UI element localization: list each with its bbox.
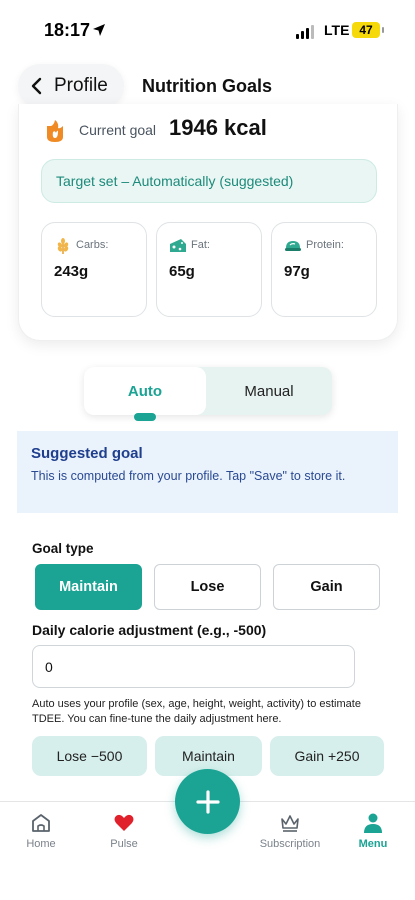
- auto-explanation-note: Auto uses your profile (sex, age, height…: [32, 698, 361, 725]
- page-title: Nutrition Goals: [142, 76, 272, 96]
- macro-label: Protein:: [306, 239, 344, 251]
- add-button[interactable]: [175, 769, 240, 834]
- macro-value: 65g: [169, 263, 195, 280]
- macro-value: 243g: [54, 263, 89, 280]
- tab-label: Menu: [358, 838, 388, 850]
- tab-label: Home: [26, 838, 56, 850]
- status-time: 18:17: [44, 20, 91, 40]
- quick-gain-250-button[interactable]: Gain +250: [270, 736, 384, 776]
- back-button[interactable]: Profile: [18, 64, 124, 108]
- cheese-icon: [170, 239, 186, 252]
- calorie-adjustment-label: Daily calorie adjustment (e.g., -500): [32, 622, 267, 638]
- tab-menu[interactable]: Menu: [333, 812, 413, 850]
- macro-protein: Protein: 97g: [271, 222, 377, 317]
- location-arrow-icon: [93, 24, 105, 36]
- suggested-goal-title: Suggested goal: [31, 445, 143, 462]
- wheat-icon: [57, 238, 69, 254]
- mode-manual-tab[interactable]: Manual: [206, 367, 332, 415]
- battery-icon: 47: [352, 22, 384, 38]
- tab-label: Pulse: [110, 838, 138, 850]
- current-goal-label: Current goal: [79, 122, 157, 138]
- tab-pulse[interactable]: Pulse: [84, 812, 164, 850]
- tab-home[interactable]: Home: [1, 812, 81, 850]
- goal-type-gain-button[interactable]: Gain: [273, 564, 380, 610]
- macro-fat: Fat: 65g: [156, 222, 262, 317]
- person-icon: [364, 813, 382, 833]
- chevron-left-icon: [31, 77, 42, 95]
- current-goal-card: Current goal 1946 kcal Target set – Auto…: [18, 104, 398, 341]
- tab-label: Subscription: [259, 838, 321, 850]
- tab-subscription[interactable]: Subscription: [250, 812, 330, 850]
- mode-segmented-control: Auto Manual: [84, 367, 332, 421]
- status-bar: 18:17 LTE 47: [0, 0, 415, 56]
- steak-icon: [285, 241, 301, 251]
- selected-indicator: [134, 413, 156, 421]
- signal-icon: [296, 25, 314, 39]
- macro-value: 97g: [284, 263, 310, 280]
- back-button-label: Profile: [54, 75, 108, 96]
- goal-type-label: Goal type: [32, 541, 94, 556]
- plus-icon: [195, 789, 220, 814]
- target-status: Target set – Automatically (suggested): [41, 159, 377, 203]
- goal-type-lose-button[interactable]: Lose: [154, 564, 261, 610]
- suggested-goal-banner: Suggested goal This is computed from you…: [17, 431, 398, 513]
- quick-lose-500-button[interactable]: Lose −500: [32, 736, 147, 776]
- calorie-adjustment-input[interactable]: [32, 645, 355, 688]
- mode-manual-label: Manual: [244, 382, 294, 400]
- crown-icon: [281, 815, 299, 832]
- goal-type-maintain-button[interactable]: Maintain: [35, 564, 142, 610]
- macro-label: Fat:: [191, 239, 210, 251]
- mode-auto-tab[interactable]: Auto: [84, 367, 206, 421]
- suggested-goal-description: This is computed from your profile. Tap …: [31, 469, 346, 483]
- network-label: LTE: [324, 22, 350, 38]
- fire-icon: [47, 120, 63, 142]
- heart-icon: [114, 814, 134, 831]
- home-icon: [32, 814, 50, 832]
- macro-label: Carbs:: [76, 239, 109, 251]
- macro-carbs: Carbs: 243g: [41, 222, 147, 317]
- current-goal-value: 1946 kcal: [169, 115, 267, 140]
- mode-auto-label: Auto: [127, 382, 163, 400]
